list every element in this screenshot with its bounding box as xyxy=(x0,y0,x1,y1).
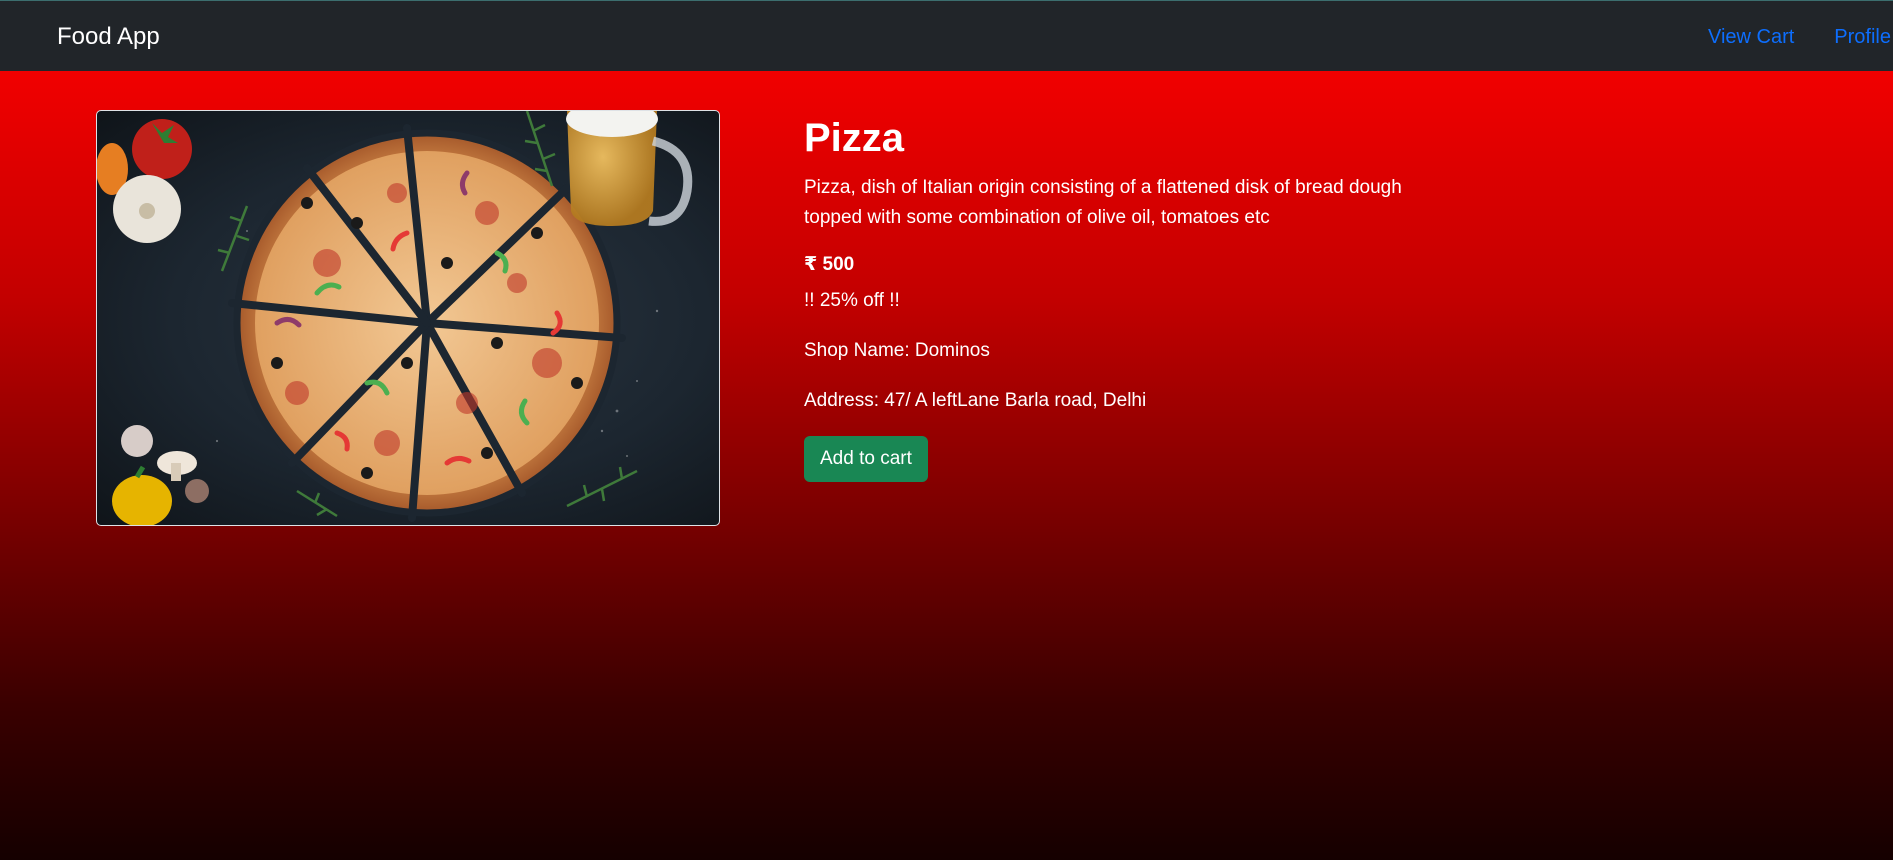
product-price: ₹ 500 xyxy=(804,254,855,275)
add-to-cart-button[interactable]: Add to cart xyxy=(804,436,928,482)
product-title: Pizza xyxy=(804,116,905,160)
navbar: Food App View Cart Profile xyxy=(0,0,1893,71)
product-image xyxy=(96,110,720,526)
view-cart-link[interactable]: View Cart xyxy=(1708,25,1794,49)
profile-link[interactable]: Profile xyxy=(1834,25,1891,49)
discount-label: !! 25% off !! xyxy=(804,290,900,311)
product-info: Pizza Pizza, dish of Italian origin cons… xyxy=(804,110,1424,482)
pizza-illustration xyxy=(97,111,693,525)
shop-name: Shop Name: Dominos xyxy=(804,340,990,361)
nav-links: View Cart Profile xyxy=(1668,25,1893,49)
beer-glass xyxy=(566,111,693,226)
product-description: Pizza, dish of Italian origin consisting… xyxy=(804,177,1402,228)
shop-address: Address: 47/ A leftLane Barla road, Delh… xyxy=(804,390,1147,411)
brand-link[interactable]: Food App xyxy=(57,23,160,51)
